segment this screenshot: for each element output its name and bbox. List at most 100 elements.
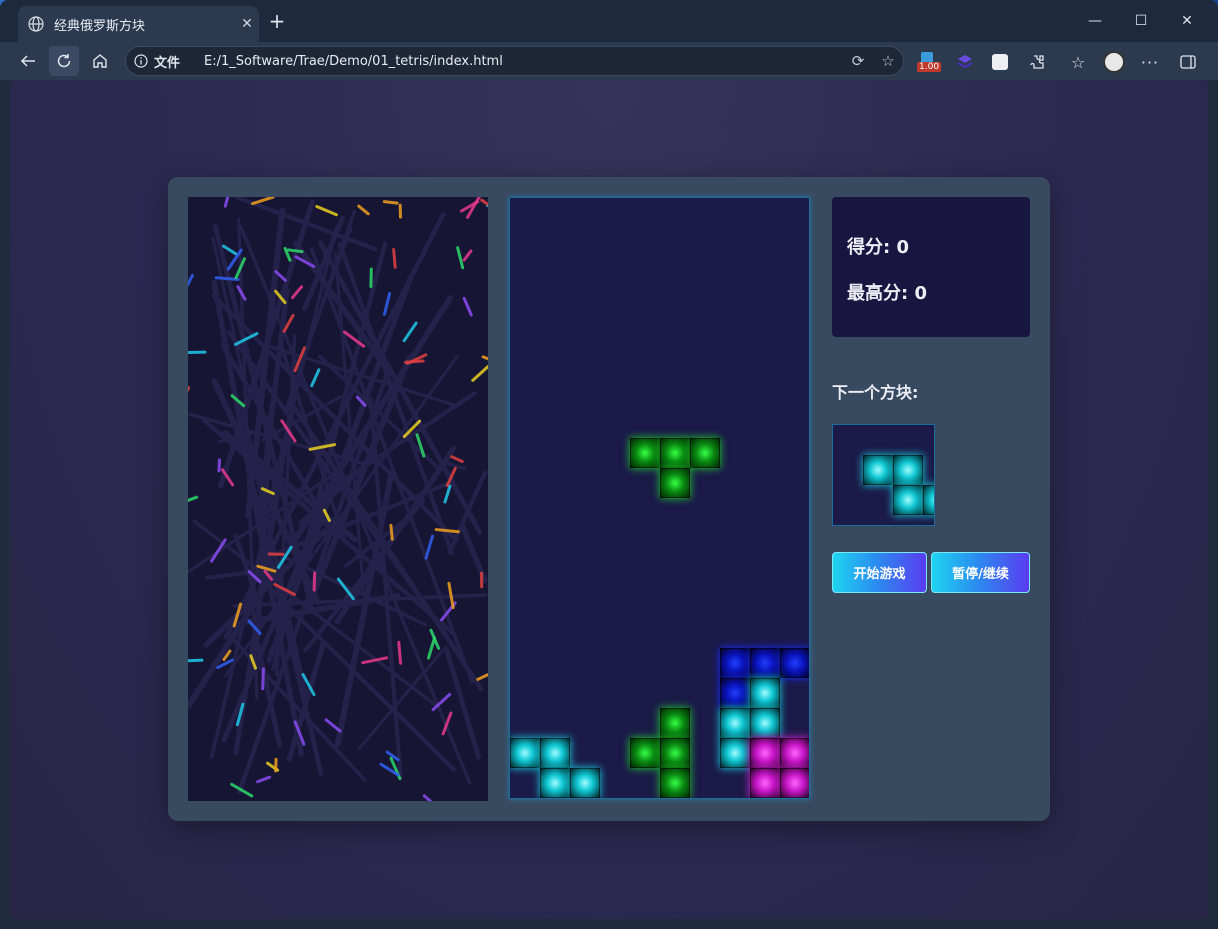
more-icon[interactable]: ··· xyxy=(1138,50,1162,74)
comet-particle xyxy=(324,718,342,733)
minimize-icon[interactable]: — xyxy=(1080,8,1110,34)
game-board[interactable] xyxy=(509,197,810,799)
block-magenta xyxy=(750,768,780,798)
file-label: 文件 xyxy=(154,55,181,71)
comet-particle xyxy=(456,246,465,270)
next-piece-label: 下一个方块: xyxy=(832,383,919,402)
block-cyan xyxy=(750,678,780,708)
high-score-value: 0 xyxy=(914,283,928,304)
comet-particle xyxy=(188,274,194,288)
comet-particle xyxy=(434,528,460,534)
decorative-particle-canvas xyxy=(188,197,488,801)
refresh-icon[interactable] xyxy=(49,46,79,76)
block-green xyxy=(660,768,690,798)
comet-particle xyxy=(397,640,403,665)
favorites-icon[interactable]: ☆ xyxy=(1066,50,1090,74)
block-cyan xyxy=(720,708,750,738)
extension-badge-icon[interactable]: 1.00 xyxy=(917,50,942,74)
score-row: 得分: 0 xyxy=(847,233,1030,279)
comet-particle xyxy=(256,775,272,784)
comet-particle xyxy=(402,321,418,343)
layers-extension-icon[interactable] xyxy=(953,50,977,74)
comet-particle xyxy=(443,484,452,504)
block-green xyxy=(690,438,720,468)
next-block-cyan xyxy=(893,485,923,515)
pause-resume-button[interactable]: 暂停/继续 xyxy=(931,552,1030,593)
notes-extension-icon[interactable] xyxy=(988,50,1012,74)
extensions-icon[interactable] xyxy=(1025,50,1049,74)
block-blue xyxy=(780,648,809,678)
comet-particle xyxy=(357,204,370,216)
comet-particle xyxy=(392,247,397,269)
comet-particle xyxy=(261,667,265,691)
block-cyan xyxy=(540,738,570,768)
comet-particle xyxy=(424,534,434,560)
start-game-button[interactable]: 开始游戏 xyxy=(832,552,927,593)
comet-particle xyxy=(188,658,204,663)
url-text[interactable]: E:/1_Software/Trae/Demo/01_tetris/index.… xyxy=(204,54,843,69)
sidebar-icon[interactable] xyxy=(1176,50,1200,74)
favorite-star-icon[interactable]: ☆ xyxy=(873,52,903,70)
block-cyan xyxy=(570,768,600,798)
comet-particle xyxy=(426,636,436,660)
block-cyan xyxy=(540,768,570,798)
comet-particle xyxy=(476,673,488,681)
next-piece-preview xyxy=(832,424,935,526)
comet-particle xyxy=(286,248,304,254)
block-green xyxy=(660,738,690,768)
comet-particle xyxy=(222,244,238,256)
comet-particle xyxy=(210,538,227,563)
close-tab-icon[interactable]: ✕ xyxy=(235,16,259,32)
block-magenta xyxy=(750,738,780,768)
block-magenta xyxy=(780,738,809,768)
block-cyan xyxy=(720,738,750,768)
comet-particle xyxy=(315,204,338,217)
block-blue xyxy=(720,678,750,708)
back-icon[interactable] xyxy=(13,46,43,76)
comet-particle xyxy=(450,455,464,463)
comet-particle xyxy=(481,355,488,361)
block-blue xyxy=(750,648,780,678)
game-container: 得分: 0 最高分: 0 下一个方块: 开始游戏 暂停/继续 xyxy=(168,177,1050,821)
score-value: 0 xyxy=(896,237,910,258)
high-score-row: 最高分: 0 xyxy=(847,279,1030,325)
comet-particle xyxy=(471,365,488,382)
comet-particle xyxy=(188,495,199,503)
comet-particle xyxy=(223,197,230,208)
new-tab-button[interactable]: + xyxy=(265,10,289,34)
comet-particle xyxy=(382,291,392,316)
block-magenta xyxy=(780,768,809,798)
block-blue xyxy=(720,648,750,678)
next-block-cyan xyxy=(923,485,934,515)
block-cyan xyxy=(510,738,540,768)
next-block-cyan xyxy=(893,455,923,485)
comet-particle xyxy=(462,296,473,317)
block-green xyxy=(630,738,660,768)
block-green xyxy=(660,708,690,738)
comet-particle xyxy=(447,581,455,610)
particle-art xyxy=(188,197,488,801)
comet-particle xyxy=(188,386,191,393)
next-block-cyan xyxy=(863,455,893,485)
close-window-icon[interactable]: ✕ xyxy=(1172,8,1202,34)
globe-icon xyxy=(28,16,44,32)
browser-toolbar: 文件 E:/1_Software/Trae/Demo/01_tetris/ind… xyxy=(0,42,1218,80)
block-green xyxy=(630,438,660,468)
tab-title: 经典俄罗斯方块 xyxy=(54,18,146,34)
title-bar: 经典俄罗斯方块 ✕ + — ☐ ✕ xyxy=(0,0,1218,42)
badge-count: 1.00 xyxy=(917,62,942,72)
comet-particle xyxy=(310,368,321,388)
block-green xyxy=(660,438,690,468)
home-icon[interactable] xyxy=(85,46,115,76)
read-aloud-icon[interactable]: ⟳ xyxy=(843,52,873,70)
comet-particle xyxy=(251,197,275,206)
maximize-icon[interactable]: ☐ xyxy=(1126,8,1156,34)
block-cyan xyxy=(750,708,780,738)
browser-tab[interactable]: 经典俄罗斯方块 ✕ xyxy=(18,6,259,42)
address-bar[interactable]: 文件 E:/1_Software/Trae/Demo/01_tetris/ind… xyxy=(125,46,904,76)
info-icon[interactable] xyxy=(134,54,148,68)
score-label: 得分: xyxy=(847,237,891,258)
page-content: 得分: 0 最高分: 0 下一个方块: 开始游戏 暂停/继续 xyxy=(10,80,1208,919)
profile-icon[interactable] xyxy=(1102,50,1126,74)
comet-particle xyxy=(404,359,425,364)
